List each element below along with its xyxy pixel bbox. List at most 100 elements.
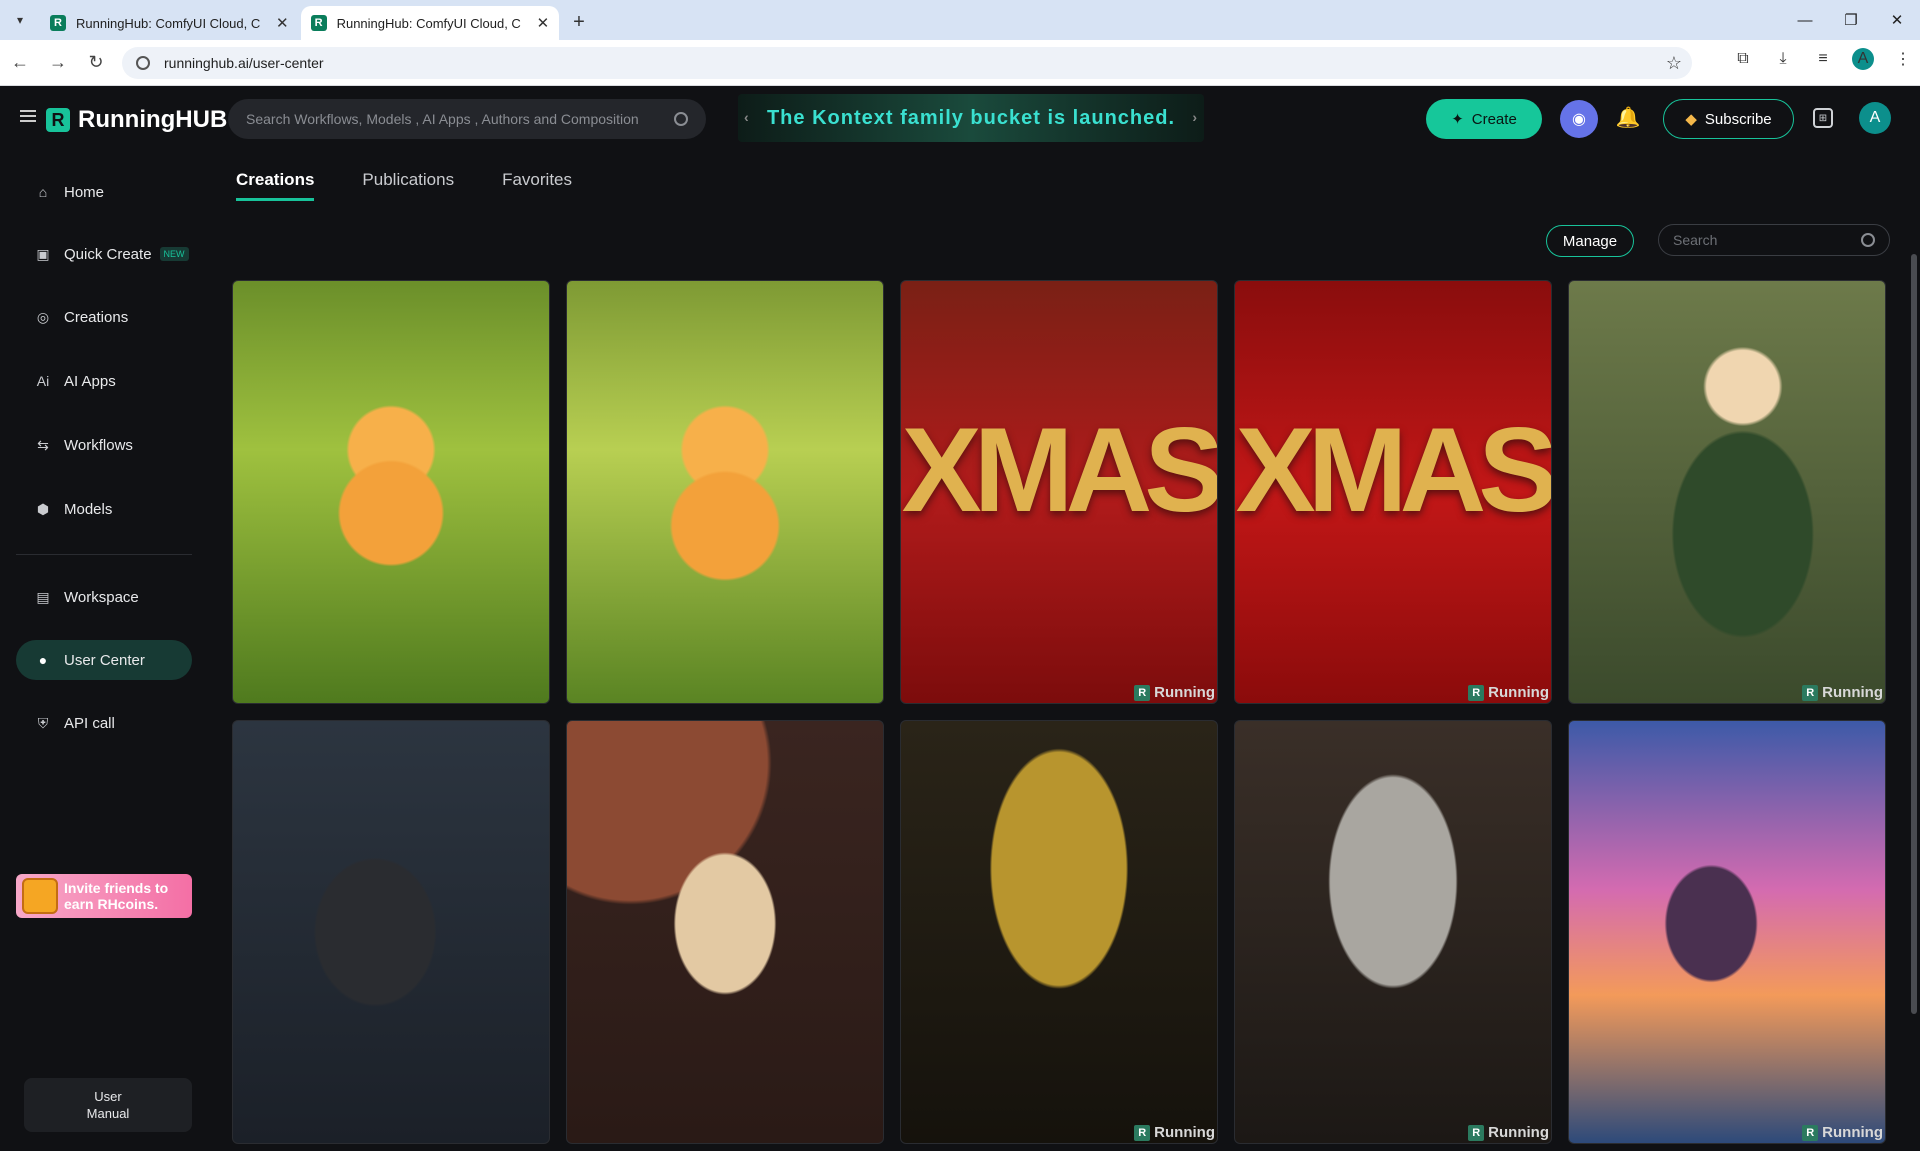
- browser-profile-avatar[interactable]: A: [1852, 48, 1874, 70]
- browser-tab-title: RunningHub: ComfyUI Cloud, C: [76, 15, 261, 31]
- new-tab-icon[interactable]: +: [573, 11, 585, 34]
- creation-card[interactable]: R Running: [1234, 720, 1552, 1144]
- ai-apps-icon: Ai: [36, 373, 50, 389]
- window-controls: — ❐ ✕: [1782, 0, 1920, 40]
- sidebar-item-creations[interactable]: ◎ Creations: [16, 297, 192, 337]
- workflows-icon: ⇆: [37, 436, 49, 453]
- new-badge: NEW: [159, 247, 189, 261]
- sidebar-item-models[interactable]: ⬢ Models: [16, 489, 192, 529]
- reload-icon[interactable]: ↻: [78, 52, 114, 73]
- bell-icon[interactable]: 🔔: [1616, 106, 1641, 129]
- invite-banner[interactable]: Invite friends to earn RHcoins.: [16, 874, 192, 918]
- watermark-text: Running: [1488, 684, 1549, 701]
- sidebar-item-label: Creations: [64, 308, 129, 326]
- media-icon[interactable]: ≡: [1812, 50, 1834, 68]
- scrollbar-thumb[interactable]: [1911, 254, 1917, 1014]
- browser-tab-1[interactable]: R RunningHub: ComfyUI Cloud, C ✕: [40, 6, 299, 40]
- menu-icon[interactable]: [20, 110, 36, 122]
- close-tab-icon[interactable]: ✕: [537, 14, 550, 32]
- creation-card[interactable]: [232, 280, 550, 704]
- creations-icon: ◎: [36, 308, 50, 325]
- diamond-icon: ◆: [1685, 111, 1697, 128]
- sidebar-divider: [16, 554, 192, 555]
- minimize-icon[interactable]: —: [1782, 0, 1828, 40]
- creation-card[interactable]: [566, 280, 884, 704]
- logo-text: RunningHUB: [78, 106, 228, 133]
- sidebar: ⌂ Home ▣ Quick Create NEW ◎ Creations Ai…: [0, 150, 200, 1151]
- watermark: R Running: [1134, 684, 1217, 701]
- sidebar-item-label: Home: [64, 183, 105, 201]
- extensions-icon[interactable]: ⧉: [1732, 50, 1754, 68]
- watermark: R Running: [1802, 1124, 1885, 1141]
- sidebar-item-home[interactable]: ⌂ Home: [16, 172, 192, 212]
- runninghub-mark-icon: R: [1802, 1124, 1819, 1141]
- user-icon: ●: [38, 652, 48, 668]
- global-search-input[interactable]: Search Workflows, Models , AI Apps , Aut…: [228, 99, 706, 139]
- subscribe-button[interactable]: ◆ Subscribe: [1663, 99, 1794, 139]
- runninghub-mark-icon: R: [1468, 1124, 1485, 1141]
- sidebar-item-api-call[interactable]: ⛨ API call: [16, 703, 192, 743]
- language-icon[interactable]: ⊞: [1813, 108, 1833, 128]
- runninghub-mark-icon: R: [1134, 684, 1151, 701]
- banner-next-icon[interactable]: ›: [1192, 109, 1198, 125]
- promo-banner[interactable]: ‹ The Kontext family bucket is launched.…: [738, 94, 1204, 142]
- bookmark-star-icon[interactable]: ☆: [1666, 53, 1682, 74]
- quick-create-icon: ▣: [36, 245, 50, 262]
- page-scrollbar[interactable]: [1908, 150, 1920, 1151]
- tab-publications[interactable]: Publications: [362, 170, 454, 201]
- create-button[interactable]: ✦ Create: [1426, 99, 1542, 139]
- workspace-icon: ▤: [36, 588, 50, 605]
- back-icon[interactable]: ←: [2, 52, 38, 73]
- close-tab-icon[interactable]: ✕: [276, 14, 289, 32]
- creation-card[interactable]: [232, 720, 550, 1144]
- logo[interactable]: R RunningHUB: [46, 106, 227, 134]
- user-avatar[interactable]: A: [1859, 102, 1891, 134]
- sidebar-item-ai-apps[interactable]: Ai AI Apps: [16, 361, 192, 401]
- creation-card[interactable]: XMAS R Running: [1234, 280, 1552, 704]
- url-field[interactable]: runninghub.ai/user-center ☆: [122, 47, 1692, 79]
- subscribe-label: Subscribe: [1704, 110, 1772, 128]
- user-manual-button[interactable]: User Manual: [24, 1078, 192, 1132]
- url-text: runninghub.ai/user-center: [164, 55, 324, 71]
- home-icon: ⌂: [38, 184, 48, 200]
- api-icon: ⛨: [37, 714, 49, 731]
- magic-wand-icon: ✦: [1451, 111, 1464, 128]
- site-info-icon[interactable]: [136, 56, 150, 70]
- browser-tab-strip: ▾ R RunningHub: ComfyUI Cloud, C ✕ R Run…: [0, 0, 1920, 40]
- creation-card[interactable]: R Running: [1568, 280, 1886, 704]
- manage-button[interactable]: Manage: [1546, 225, 1634, 257]
- browser-toolbar: ⧉ ⤓ ≡ A ⋮: [1732, 48, 1914, 70]
- sidebar-item-workflows[interactable]: ⇆ Workflows: [16, 425, 192, 465]
- download-icon[interactable]: ⤓: [1772, 50, 1794, 68]
- watermark: R Running: [1468, 684, 1551, 701]
- sidebar-item-user-center[interactable]: ● User Center: [16, 640, 192, 680]
- tab-creations[interactable]: Creations: [236, 170, 315, 201]
- restore-icon[interactable]: ❐: [1828, 0, 1874, 40]
- creation-card[interactable]: XMAS R Running: [900, 280, 1218, 704]
- sidebar-item-label: Workspace: [64, 588, 139, 606]
- runninghub-favicon-icon: R: [310, 15, 327, 31]
- discord-icon[interactable]: ◉: [1560, 100, 1598, 138]
- invite-text: Invite friends to earn RHcoins.: [64, 880, 169, 912]
- browser-menu-icon[interactable]: ⋮: [1892, 49, 1914, 69]
- sidebar-item-workspace[interactable]: ▤ Workspace: [16, 577, 192, 617]
- watermark-text: Running: [1822, 1124, 1883, 1141]
- watermark: R Running: [1802, 684, 1885, 701]
- sidebar-item-quick-create[interactable]: ▣ Quick Create NEW: [16, 234, 192, 274]
- creation-card[interactable]: R Running: [1568, 720, 1886, 1144]
- creation-card[interactable]: R Running: [900, 720, 1218, 1144]
- tab-favorites[interactable]: Favorites: [502, 170, 572, 201]
- sidebar-item-label: Models: [64, 500, 113, 518]
- creation-card[interactable]: [566, 720, 884, 1144]
- create-label: Create: [1471, 110, 1517, 128]
- tab-search-icon[interactable]: ▾: [8, 8, 32, 32]
- forward-icon[interactable]: →: [40, 52, 76, 73]
- search-icon[interactable]: [674, 112, 688, 126]
- browser-tab-2[interactable]: R RunningHub: ComfyUI Cloud, C ✕: [300, 6, 560, 40]
- banner-prev-icon[interactable]: ‹: [744, 109, 750, 125]
- search-icon[interactable]: [1861, 233, 1875, 247]
- creations-search-input[interactable]: Search: [1658, 224, 1890, 256]
- treasure-chest-icon: [22, 878, 58, 914]
- close-window-icon[interactable]: ✕: [1874, 0, 1920, 40]
- sidebar-item-label: Quick Create: [64, 245, 152, 263]
